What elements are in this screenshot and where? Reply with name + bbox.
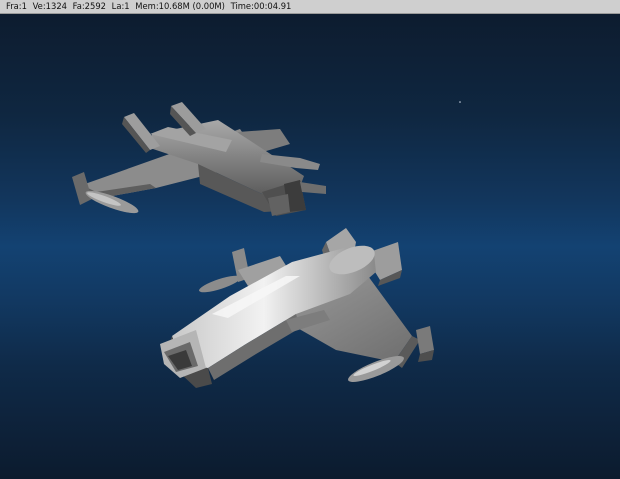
lamp-count: La:1 <box>111 1 130 11</box>
render-viewport <box>0 14 620 479</box>
render-time: Time:00:04.91 <box>230 1 292 11</box>
render-status-bar: Fra:1 Ve:1324 Fa:2592 La:1 Mem:10.68M (0… <box>0 0 620 14</box>
spaceship-top <box>72 102 326 216</box>
rendered-scene <box>72 101 461 388</box>
frame-counter: Fra:1 <box>6 1 27 11</box>
render-window: Fra:1 Ve:1324 Fa:2592 La:1 Mem:10.68M (0… <box>0 0 620 479</box>
vertex-count: Ve:1324 <box>32 1 67 11</box>
spaceship-bottom <box>160 228 434 388</box>
face-count: Fa:2592 <box>72 1 106 11</box>
memory-usage: Mem:10.68M (0.00M) <box>135 1 225 11</box>
star <box>459 101 461 103</box>
